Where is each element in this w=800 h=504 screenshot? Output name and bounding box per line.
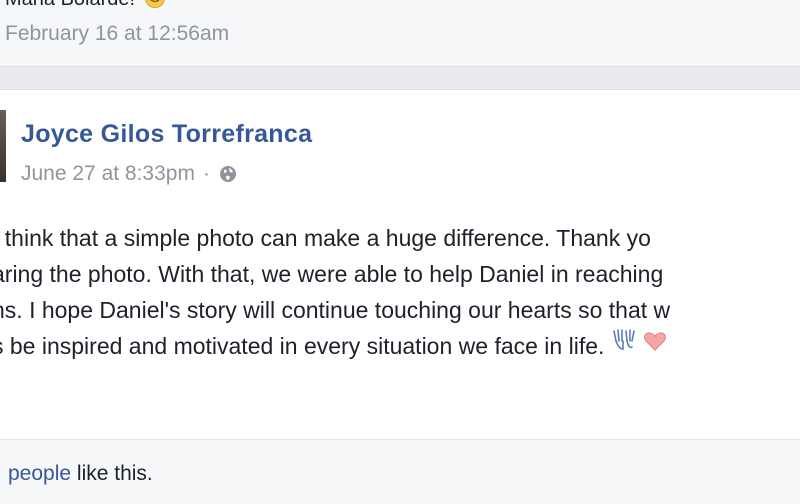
post-body: t think that a simple photo can make a h… xyxy=(0,220,800,366)
post-body-line-1: t think that a simple photo can make a h… xyxy=(0,225,651,251)
globe-icon[interactable] xyxy=(218,164,238,184)
previous-post-name: Maria Bolarde! xyxy=(5,0,165,11)
previous-post: Maria Bolarde! February 16 at 12:56am xyxy=(0,0,800,67)
post-body-line-2: aring the photo. With that, we were able… xyxy=(0,261,664,287)
likes-suffix: like this. xyxy=(71,462,153,485)
post-card: Joyce Gilos Torrefranca June 27 at 8:33p… xyxy=(0,89,800,504)
post-meta: June 27 at 8:33pm · xyxy=(21,162,238,186)
previous-post-name-text: Maria Bolarde! xyxy=(5,0,135,10)
likes-bar: people like this. xyxy=(0,440,800,504)
avatar[interactable] xyxy=(0,110,6,182)
post-body-line-4-text: s be inspired and motivated in every sit… xyxy=(0,333,605,359)
previous-post-timestamp[interactable]: February 16 at 12:56am xyxy=(5,22,229,46)
likes-people-link[interactable]: people xyxy=(8,462,71,485)
likes-summary: people like this. xyxy=(8,462,153,486)
post-body-line-4: s be inspired and motivated in every sit… xyxy=(0,328,800,366)
heart-icon xyxy=(643,327,667,363)
smile-emoji-icon xyxy=(144,0,165,8)
feed-gap xyxy=(0,67,800,89)
raised-hands-icon xyxy=(611,327,637,363)
meta-separator: · xyxy=(202,162,210,185)
post-author-name[interactable]: Joyce Gilos Torrefranca xyxy=(21,120,312,149)
post-body-line-3: ns. I hope Daniel's story will continue … xyxy=(0,297,671,323)
post-timestamp[interactable]: June 27 at 8:33pm xyxy=(21,162,195,186)
